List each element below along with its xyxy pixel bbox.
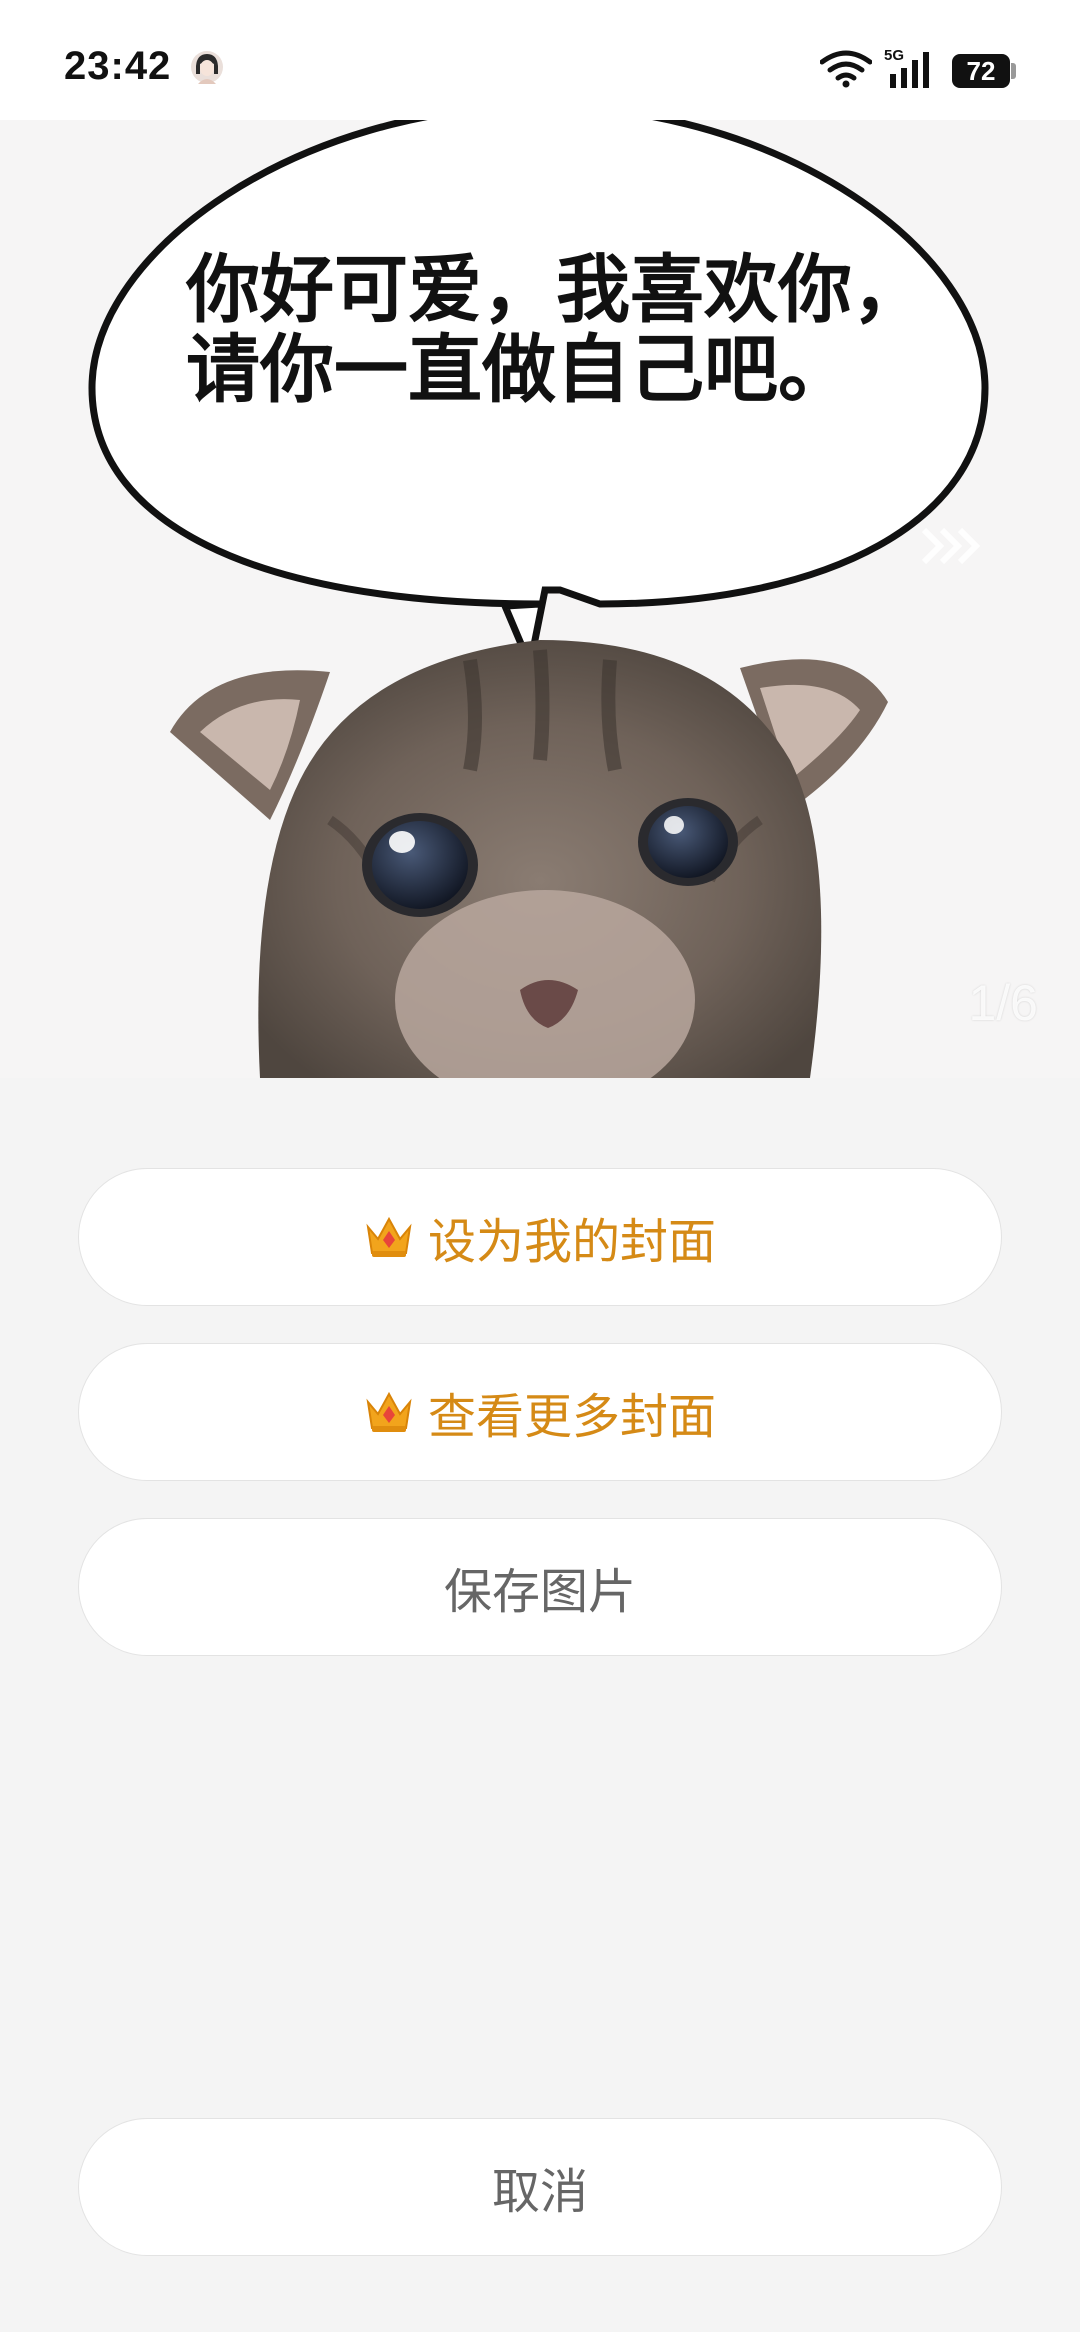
swipe-hint-icon (921, 527, 981, 565)
bubble-caption: 你好可爱，我喜欢你， 请你一直做自己吧。 (186, 250, 946, 410)
wifi-icon (820, 50, 872, 88)
page-indicator: 1/6 (968, 975, 1038, 1031)
more-covers-button[interactable]: 查看更多封面 (78, 1343, 1002, 1481)
crown-icon (366, 1391, 412, 1432)
status-time: 23:42 (64, 44, 172, 88)
caption-line-1: 你好可爱，我喜欢你， (186, 247, 926, 333)
signal-icon: 5G (884, 47, 929, 88)
avatar-icon (191, 51, 223, 84)
save-image-label: 保存图片 (443, 1564, 636, 1620)
crown-icon (366, 1216, 412, 1257)
cover-preview[interactable]: 你好可爱，我喜欢你， 请你一直做自己吧。 1/6 (0, 120, 1080, 1078)
more-covers-label: 查看更多封面 (427, 1389, 716, 1445)
set-cover-button[interactable]: 设为我的封面 (78, 1168, 1002, 1306)
save-image-button[interactable]: 保存图片 (78, 1518, 1002, 1656)
battery-level: 72 (952, 54, 1010, 88)
cancel-label: 取消 (491, 2164, 588, 2220)
battery-icon: 72 (952, 54, 1016, 88)
set-cover-label: 设为我的封面 (427, 1214, 716, 1270)
status-bar: 23:42 5G 72 (0, 0, 1080, 120)
kitten-illustration (170, 640, 888, 1078)
caption-line-2: 请你一直做自己吧。 (186, 327, 852, 413)
network-type: 5G (884, 47, 904, 64)
cancel-button[interactable]: 取消 (78, 2118, 1002, 2256)
